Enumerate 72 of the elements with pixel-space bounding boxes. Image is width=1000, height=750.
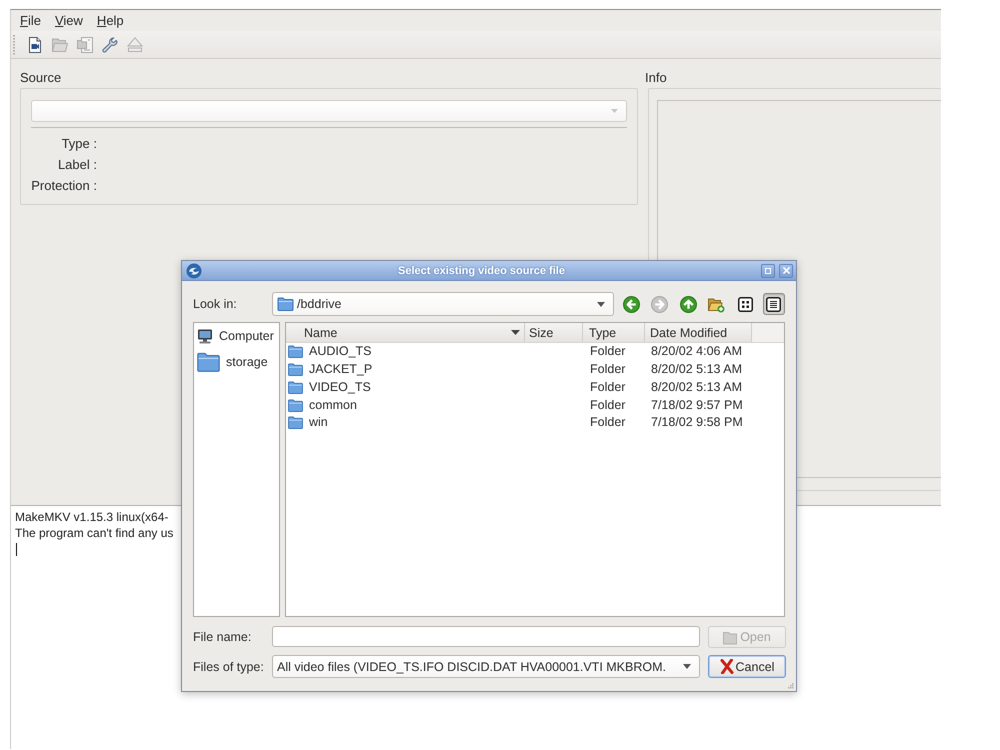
file-date: 7/18/02 9:58 PM [651,415,743,430]
group-title: Info [645,69,667,87]
file-type-dropdown[interactable]: All video files (VIDEO_TS.IFO DISCID.DAT HVA00001.VTI MKBROM. [272,655,700,678]
logo-icon [186,262,202,278]
column-header[interactable]: Type [583,323,645,342]
field-label: File name: [193,630,252,644]
log-line: The program can't find any us [15,525,174,541]
file-date: 7/18/02 9:57 PM [651,398,743,413]
column-header[interactable]: Date Modified [645,323,752,342]
file-type: Folder [590,362,626,378]
cancel-icon [720,659,734,674]
file-name[interactable]: JACKET_P [309,362,372,378]
file-date: 8/20/02 5:13 AM [651,380,742,395]
folder-icon [197,352,220,372]
folder-icon [52,37,68,52]
maximize-button[interactable] [761,264,775,278]
file-name-field[interactable] [272,626,700,647]
file-name[interactable]: common [309,398,357,413]
field-label: Look in: [193,297,238,311]
back-button[interactable] [620,293,642,315]
resize-grip-icon [787,682,794,689]
file-type: Folder [590,398,626,413]
sidebar-item[interactable]: Computer [197,327,274,345]
sidebar-item[interactable]: storage [197,350,268,374]
close-icon [782,267,790,274]
folder-icon [288,416,303,430]
grid-view-icon [738,296,753,312]
computer-icon [197,328,213,344]
up-button[interactable] [677,293,700,315]
dialog-title: Select existing video source file [398,264,565,276]
file-name[interactable]: VIDEO_TS [309,380,371,395]
column-header[interactable]: Name [286,323,525,342]
dropdown-arrow-icon [597,302,605,306]
file-type: Folder [590,344,626,360]
log-line: MakeMKV v1.15.3 linux(x64- [15,509,168,525]
field-label: Label : [58,157,97,172]
file-type: Folder [590,415,626,430]
dropdown-arrow-icon [611,109,618,113]
field-label: Type : [62,136,97,151]
page-stack-icon [77,36,93,52]
cancel-button[interactable]: Cancel [708,655,786,678]
new-folder-icon [708,296,726,312]
header-filler [752,323,784,342]
field-label: Protection : [31,178,97,193]
folder-icon [288,398,303,412]
folder-icon [288,345,303,358]
menu-item[interactable]: Help [96,12,124,29]
folder-icon [723,630,738,644]
folder-icon [288,380,303,394]
file-type: Folder [590,380,626,395]
list-view-icon [766,296,782,312]
menu-item[interactable]: File [20,12,41,29]
document-icon [27,36,43,52]
detail-view-button[interactable] [762,293,785,315]
folder-icon [277,297,294,311]
text-caret-icon [16,543,17,556]
close-button[interactable] [779,264,793,278]
dropdown-arrow-icon [683,664,691,669]
file-name[interactable]: win [309,415,328,430]
folder-icon [288,363,303,376]
group-title: Source [20,69,62,87]
eject-icon [127,37,143,52]
column-header[interactable]: Size [525,323,583,342]
field-label: Files of type: [193,660,264,674]
file-name[interactable]: AUDIO_TS [309,344,372,360]
maximize-icon [765,268,771,274]
look-in-dropdown[interactable]: /bddrive [272,292,614,316]
sort-arrow-icon [511,330,520,335]
file-date: 8/20/02 4:06 AM [651,344,742,360]
wrench-icon [102,36,118,52]
menu-item[interactable]: View [54,12,83,29]
file-date: 8/20/02 5:13 AM [651,362,742,378]
